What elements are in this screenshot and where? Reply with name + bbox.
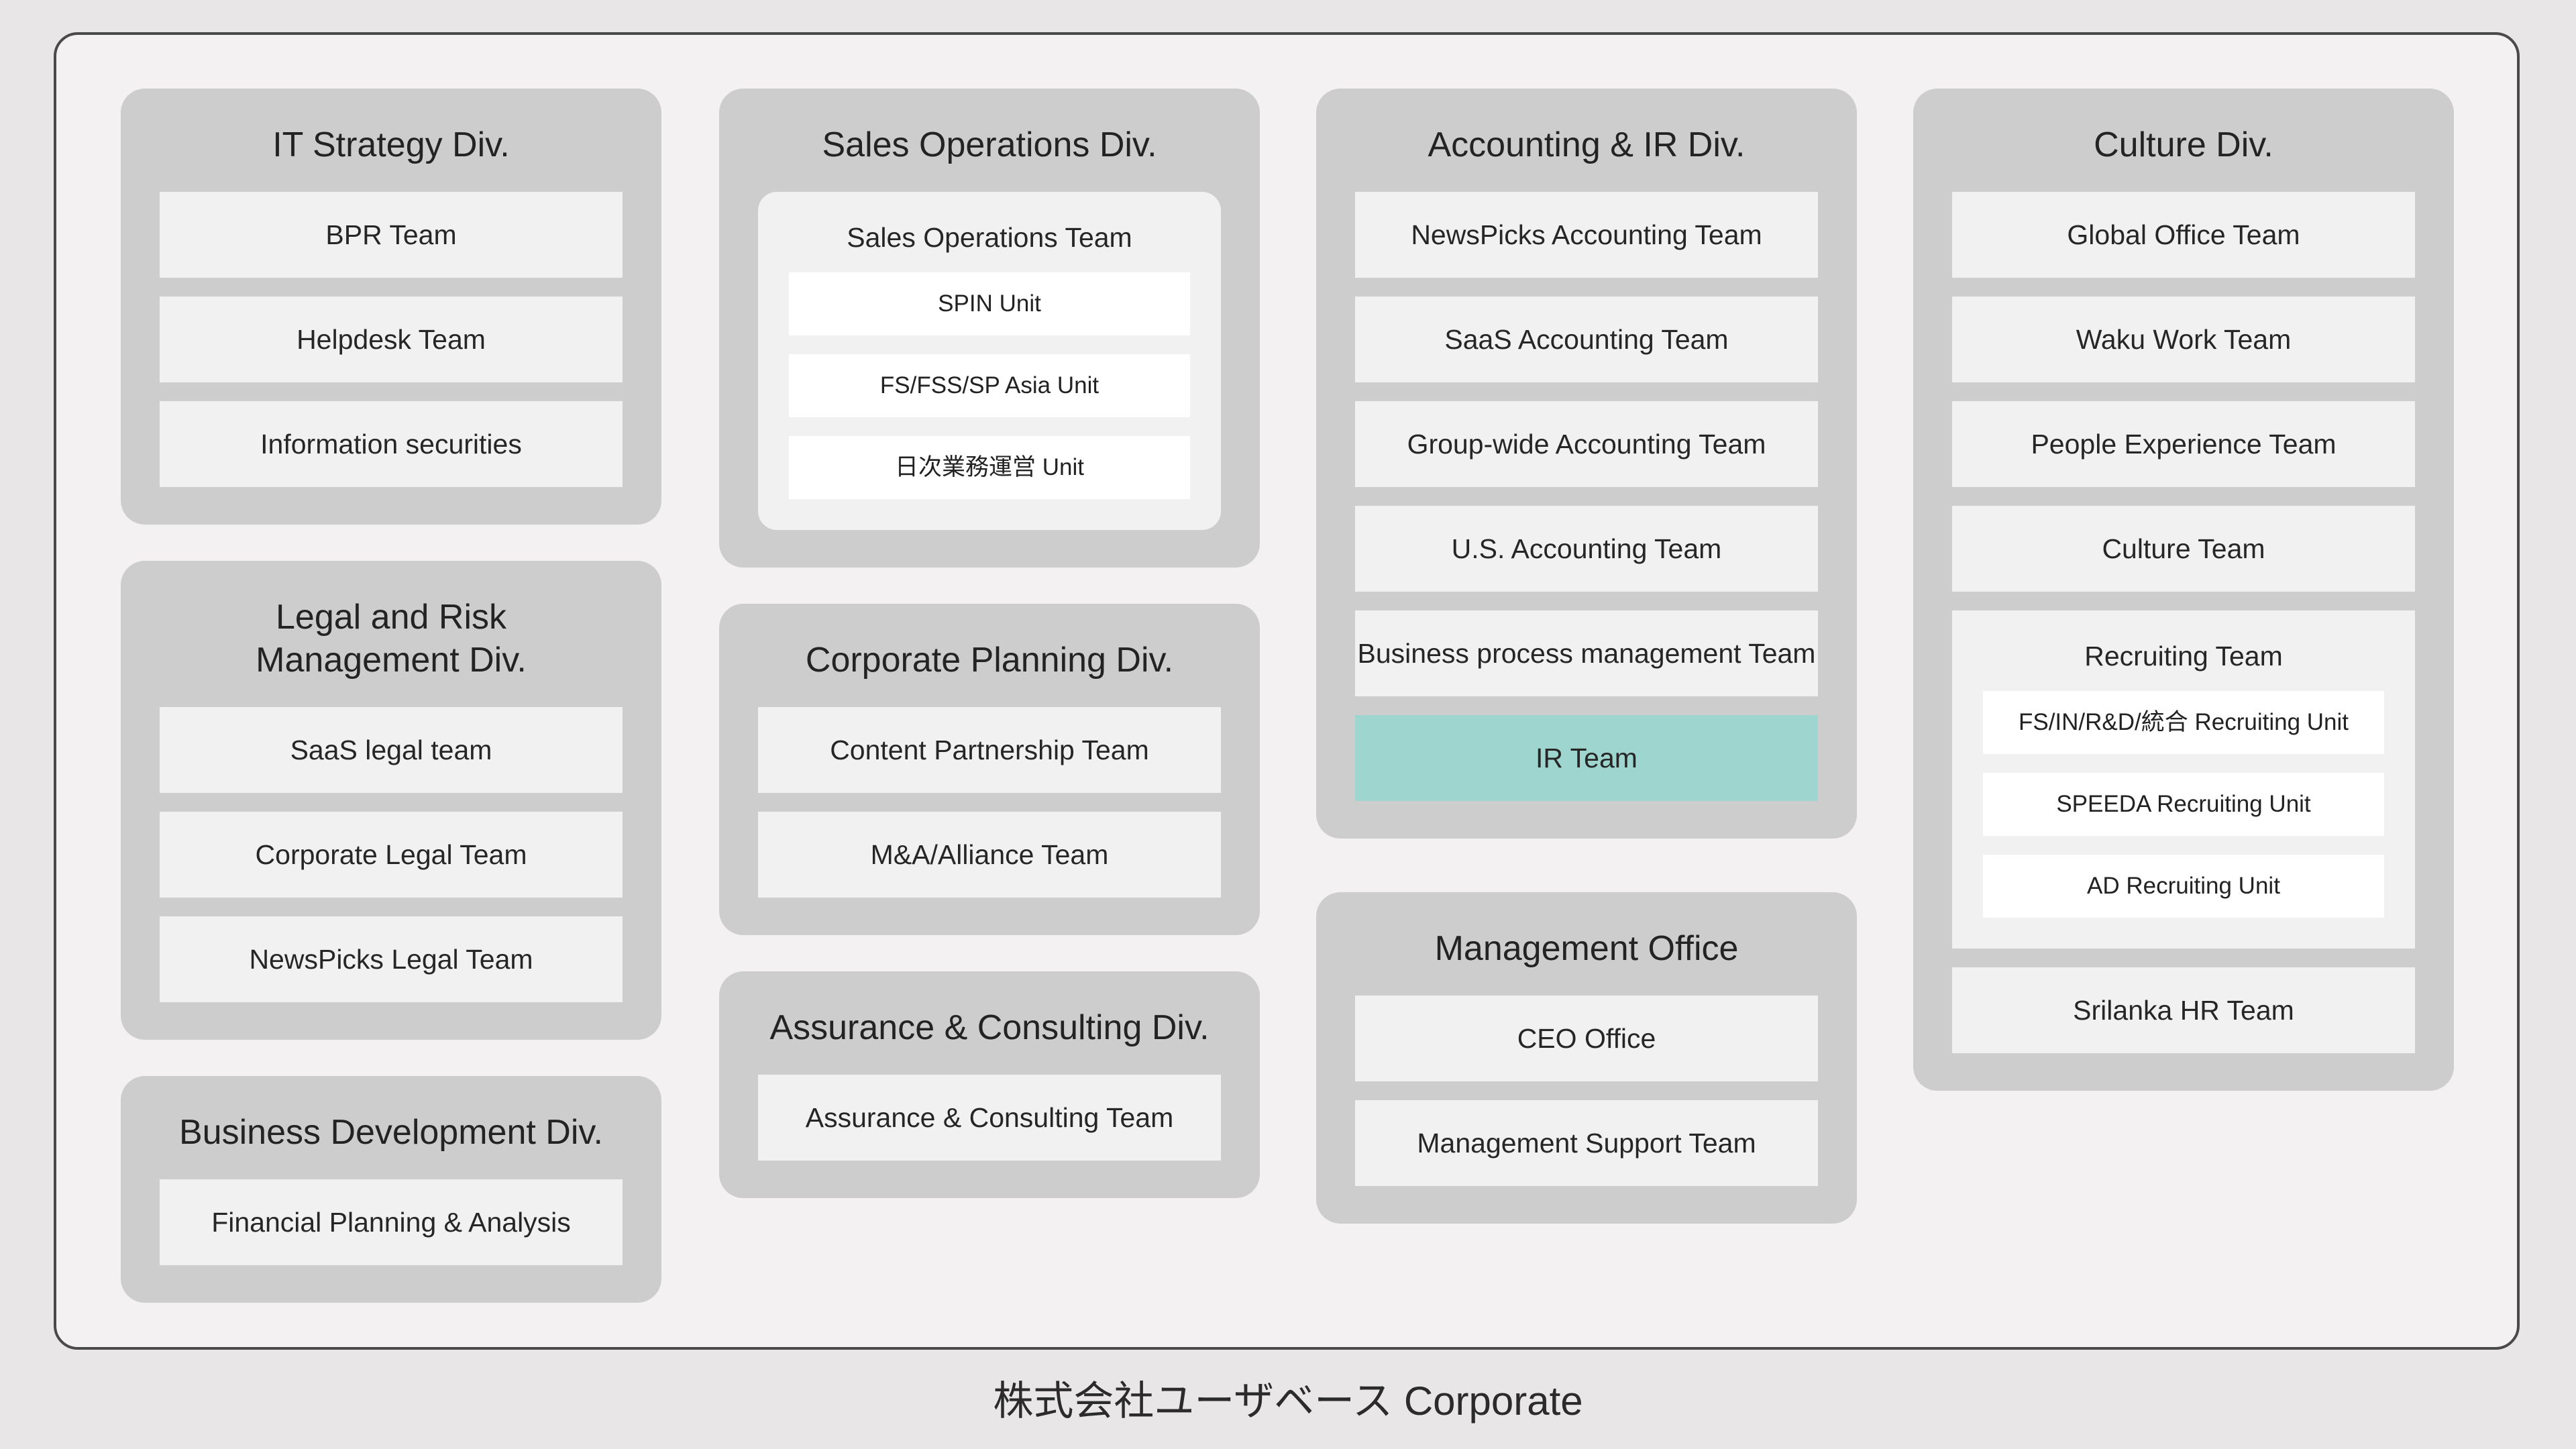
division-title-line-2: Management Div. xyxy=(256,641,527,680)
unit-daily-operations: 日次業務運営 Unit xyxy=(789,436,1190,499)
team-ma-alliance: M&A/Alliance Team xyxy=(758,812,1221,898)
division-title: Business Development Div. xyxy=(179,1113,603,1152)
unit-fs-fss-sp-asia: FS/FSS/SP Asia Unit xyxy=(789,354,1190,417)
division-it-strategy: IT Strategy Div. BPR Team Helpdesk Team … xyxy=(121,89,661,525)
division-sales-operations: Sales Operations Div. Sales Operations T… xyxy=(719,89,1260,568)
team-ir-highlighted: IR Team xyxy=(1355,715,1818,801)
division-business-development: Business Development Div. Financial Plan… xyxy=(121,1076,661,1303)
team-group-sales-operations: Sales Operations Team SPIN Unit FS/FSS/S… xyxy=(758,192,1221,530)
team-culture: Culture Team xyxy=(1952,506,2415,592)
division-title: Assurance & Consulting Div. xyxy=(769,1008,1210,1047)
column-2: Sales Operations Div. Sales Operations T… xyxy=(719,89,1260,1234)
column-1: IT Strategy Div. BPR Team Helpdesk Team … xyxy=(121,89,661,1339)
team-newspicks-legal: NewsPicks Legal Team xyxy=(160,916,623,1002)
division-title: IT Strategy Div. xyxy=(272,125,510,164)
division-accounting-ir: Accounting & IR Div. NewsPicks Accountin… xyxy=(1316,89,1857,839)
team-business-process-management: Business process management Team xyxy=(1355,610,1818,696)
team-group-title: Recruiting Team xyxy=(2084,641,2283,672)
division-assurance-consulting: Assurance & Consulting Div. Assurance & … xyxy=(719,971,1260,1198)
division-legal-risk: Legal and Risk Management Div. SaaS lega… xyxy=(121,561,661,1040)
team-saas-legal: SaaS legal team xyxy=(160,707,623,793)
team-assurance-consulting: Assurance & Consulting Team xyxy=(758,1075,1221,1161)
unit-speeda-recruiting: SPEEDA Recruiting Unit xyxy=(1983,773,2384,836)
column-4: Culture Div. Global Office Team Waku Wor… xyxy=(1913,89,2454,1127)
unit-ad-recruiting: AD Recruiting Unit xyxy=(1983,855,2384,918)
chart-footer-title: 株式会社ユーザベース Corporate xyxy=(993,1379,1583,1424)
division-title: Accounting & IR Div. xyxy=(1428,125,1746,164)
division-title: Sales Operations Div. xyxy=(822,125,1157,164)
unit-spin: SPIN Unit xyxy=(789,272,1190,335)
division-culture: Culture Div. Global Office Team Waku Wor… xyxy=(1913,89,2454,1091)
team-management-support: Management Support Team xyxy=(1355,1100,1818,1186)
division-title-line-1: Legal and Risk xyxy=(276,598,506,637)
team-corporate-legal: Corporate Legal Team xyxy=(160,812,623,898)
team-saas-accounting: SaaS Accounting Team xyxy=(1355,297,1818,382)
team-waku-work: Waku Work Team xyxy=(1952,297,2415,382)
team-content-partnership: Content Partnership Team xyxy=(758,707,1221,793)
team-information-securities: Information securities xyxy=(160,401,623,487)
team-group-wide-accounting: Group-wide Accounting Team xyxy=(1355,401,1818,487)
division-title: Management Office xyxy=(1434,929,1739,968)
division-title: Legal and Risk Management Div. xyxy=(160,561,623,707)
team-newspicks-accounting: NewsPicks Accounting Team xyxy=(1355,192,1818,278)
team-fpa: Financial Planning & Analysis xyxy=(160,1179,623,1265)
team-helpdesk: Helpdesk Team xyxy=(160,297,623,382)
division-title: Culture Div. xyxy=(2094,125,2273,164)
division-management-office: Management Office CEO Office Management … xyxy=(1316,892,1857,1224)
team-people-experience: People Experience Team xyxy=(1952,401,2415,487)
team-group-recruiting: Recruiting Team FS/IN/R&D/統合 Recruiting … xyxy=(1952,610,2415,949)
division-title: Corporate Planning Div. xyxy=(805,641,1174,680)
team-us-accounting: U.S. Accounting Team xyxy=(1355,506,1818,592)
team-ceo-office: CEO Office xyxy=(1355,996,1818,1081)
column-3: Accounting & IR Div. NewsPicks Accountin… xyxy=(1316,89,1857,1260)
unit-fs-in-rd-recruiting: FS/IN/R&D/統合 Recruiting Unit xyxy=(1983,691,2384,754)
team-bpr: BPR Team xyxy=(160,192,623,278)
team-group-title: Sales Operations Team xyxy=(847,222,1132,253)
team-srilanka-hr: Srilanka HR Team xyxy=(1952,967,2415,1053)
team-global-office: Global Office Team xyxy=(1952,192,2415,278)
division-corporate-planning: Corporate Planning Div. Content Partners… xyxy=(719,604,1260,935)
